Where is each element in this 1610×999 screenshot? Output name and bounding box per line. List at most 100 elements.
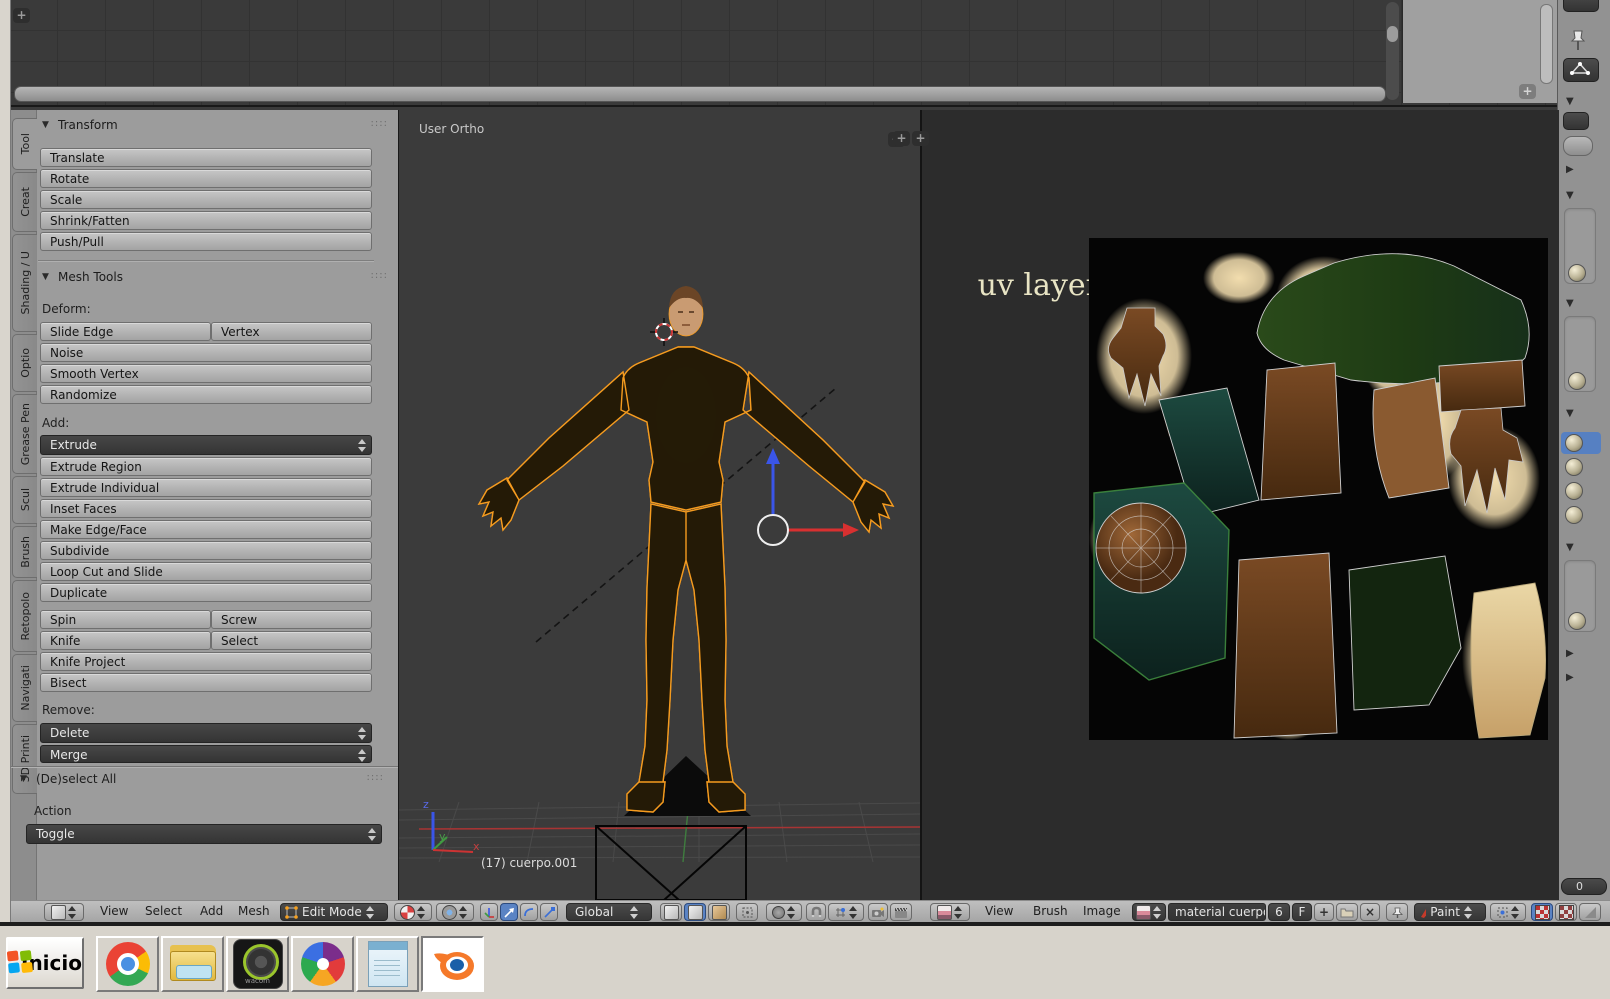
spin-button[interactable]: Spin: [40, 610, 211, 629]
panel-collapse-icon[interactable]: ▶: [1566, 164, 1574, 175]
slide-edge-button[interactable]: Slide Edge: [40, 322, 211, 341]
tab-navigation[interactable]: Navigati: [12, 654, 37, 722]
translate-button[interactable]: Translate: [40, 148, 372, 167]
knife-button[interactable]: Knife: [40, 631, 211, 650]
push-pull-button[interactable]: Push/Pull: [40, 232, 372, 251]
mode-dropdown[interactable]: Edit Mode: [280, 903, 388, 921]
rotate-button[interactable]: Rotate: [40, 169, 372, 188]
side-panel-scrollbar[interactable]: [1540, 4, 1553, 84]
taskbar-notepad-button[interactable]: [356, 936, 419, 992]
pin-icon[interactable]: [1568, 28, 1590, 52]
tab-options[interactable]: Optio: [12, 334, 37, 392]
new-image-button[interactable]: +: [1314, 903, 1334, 921]
vertical-scrollbar-track[interactable]: [1386, 2, 1399, 100]
strip-button[interactable]: [1563, 112, 1589, 130]
shrink-fatten-button[interactable]: Shrink/Fatten: [40, 211, 372, 230]
noise-button[interactable]: Noise: [40, 343, 372, 362]
expand-panel-icon[interactable]: +: [1519, 84, 1536, 99]
inset-faces-button[interactable]: Inset Faces: [40, 499, 372, 518]
panel-collapse-icon[interactable]: ▼: [1566, 298, 1574, 309]
manipulator-axes-button[interactable]: [480, 903, 498, 921]
menu-select[interactable]: Select: [145, 901, 182, 922]
uv-image-editor[interactable]: uv layer de del cuerpo entero: [920, 110, 1559, 900]
extrude-region-button[interactable]: Extrude Region: [40, 457, 372, 476]
taskbar-wacom-button[interactable]: wacom: [226, 936, 289, 992]
subdivide-button[interactable]: Subdivide: [40, 541, 372, 560]
panel-collapse-icon[interactable]: ▼: [1566, 408, 1574, 419]
taskbar-picasa-button[interactable]: [291, 936, 354, 992]
tab-tools[interactable]: Tool: [12, 118, 37, 170]
editor-type-dropdown[interactable]: [930, 903, 970, 921]
uv-pivot-dropdown[interactable]: [1490, 903, 1526, 921]
translate-manipulator-button[interactable]: [500, 903, 518, 921]
edge-select-mode-button[interactable]: [684, 903, 706, 921]
vertex-select-button[interactable]: [1563, 58, 1599, 82]
fake-user-button[interactable]: F: [1292, 903, 1312, 921]
material-slot[interactable]: [1561, 456, 1601, 478]
image-browse-dropdown[interactable]: [1132, 903, 1166, 921]
face-select-mode-button[interactable]: [708, 903, 730, 921]
unlink-image-button[interactable]: ×: [1360, 903, 1380, 921]
strip-toggle[interactable]: [1563, 136, 1593, 156]
snap-toggle-button[interactable]: [806, 903, 826, 921]
start-button[interactable]: Inicio: [6, 937, 84, 989]
expand-panel-icon[interactable]: +: [893, 131, 910, 146]
taskbar-blender-button[interactable]: [421, 936, 484, 992]
proportional-edit-dropdown[interactable]: [766, 903, 802, 921]
smooth-vertex-button[interactable]: Smooth Vertex: [40, 364, 372, 383]
delete-dropdown[interactable]: Delete: [40, 723, 372, 743]
viewport-3d[interactable]: User Ortho (17) cuerpo.001 z y x +: [398, 110, 921, 900]
mesh-tools-panel-header[interactable]: ▼ Mesh Tools ::::: [36, 270, 400, 286]
scale-manipulator-button[interactable]: [540, 903, 558, 921]
randomize-button[interactable]: Randomize: [40, 385, 372, 404]
expand-panel-icon[interactable]: +: [13, 8, 30, 23]
limit-to-visible-button[interactable]: [736, 903, 758, 921]
tab-grease-pencil[interactable]: Grease Pen: [12, 394, 37, 474]
menu-brush[interactable]: Brush: [1033, 901, 1068, 922]
material-slot[interactable]: [1561, 504, 1601, 526]
image-users-button[interactable]: 6: [1268, 903, 1290, 921]
panel-collapse-icon[interactable]: ▼: [1566, 190, 1574, 201]
render-opengl-button[interactable]: [868, 903, 888, 921]
pin-button[interactable]: [1386, 903, 1408, 921]
taskbar-explorer-button[interactable]: [161, 936, 224, 992]
action-toggle-dropdown[interactable]: Toggle: [26, 824, 382, 844]
bisect-button[interactable]: Bisect: [40, 673, 372, 692]
menu-view[interactable]: View: [985, 901, 1013, 922]
frame-number-field[interactable]: 0: [1561, 878, 1607, 895]
vertex-select-mode-button[interactable]: [660, 903, 682, 921]
taskbar-chrome-button[interactable]: [96, 936, 159, 992]
editor-type-dropdown[interactable]: [44, 903, 84, 921]
material-slot[interactable]: [1561, 480, 1601, 502]
panel-collapse-icon[interactable]: ▼: [1566, 96, 1574, 107]
image-name-field[interactable]: material cuerpo Diff...: [1168, 903, 1266, 921]
material-slot-active[interactable]: [1561, 432, 1601, 454]
snap-element-dropdown[interactable]: [828, 903, 864, 921]
vertex-slide-button[interactable]: Vertex: [211, 322, 372, 341]
tab-brush[interactable]: Brush: [12, 526, 37, 578]
screw-button[interactable]: Screw: [211, 610, 372, 629]
uv-draw-other-objects-button[interactable]: [1531, 903, 1553, 921]
orientation-dropdown[interactable]: Global: [566, 903, 652, 921]
menu-add[interactable]: Add: [200, 901, 223, 922]
tab-create[interactable]: Creat: [12, 172, 37, 232]
extrude-dropdown[interactable]: Extrude: [40, 435, 372, 455]
uv-alpha-button[interactable]: [1579, 903, 1601, 921]
panel-collapse-icon[interactable]: ▼: [1566, 542, 1574, 553]
duplicate-button[interactable]: Duplicate: [40, 583, 372, 602]
pivot-point-dropdown[interactable]: [436, 903, 474, 921]
scale-button[interactable]: Scale: [40, 190, 372, 209]
menu-image[interactable]: Image: [1083, 901, 1121, 922]
top-editor-region[interactable]: + +: [10, 0, 1557, 107]
strip-button[interactable]: [1563, 0, 1599, 12]
render-animation-button[interactable]: [890, 903, 912, 921]
extrude-individual-button[interactable]: Extrude Individual: [40, 478, 372, 497]
menu-view[interactable]: View: [100, 901, 128, 922]
deselect-all-panel-header[interactable]: ▼ (De)select All ::::: [14, 772, 396, 788]
knife-select-button[interactable]: Select: [211, 631, 372, 650]
expand-panel-icon[interactable]: +: [912, 131, 929, 146]
uv-draw-texpaint-button[interactable]: [1555, 903, 1577, 921]
tab-sculpt[interactable]: Scul: [12, 476, 37, 524]
viewport-shading-dropdown[interactable]: [394, 903, 432, 921]
uv-mode-dropdown[interactable]: Paint: [1414, 903, 1486, 921]
